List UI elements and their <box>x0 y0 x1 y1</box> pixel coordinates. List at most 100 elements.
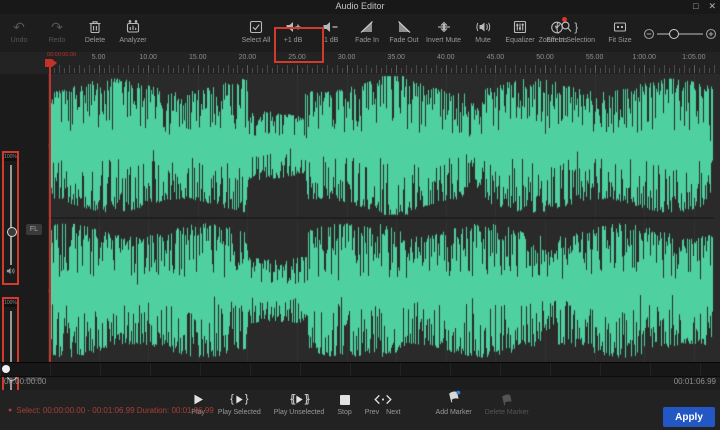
ruler-tick <box>555 65 556 73</box>
prev-label: Prev <box>365 409 379 416</box>
fade-in-button[interactable]: Fade In <box>350 17 384 45</box>
ruler-tick <box>644 65 645 73</box>
volume-knob-fl[interactable] <box>7 227 17 237</box>
equalizer-button[interactable]: Equalizer <box>503 17 537 45</box>
ruler-tick <box>89 65 90 73</box>
zoom-in-selection-button[interactable]: { } Zoom In Selection <box>537 17 597 45</box>
playhead-handle[interactable] <box>45 59 52 67</box>
ruler-tick <box>421 68 422 73</box>
ruler-tick <box>188 65 189 73</box>
ruler-tick <box>376 65 377 73</box>
ruler-tick <box>624 65 625 73</box>
ruler-tick <box>609 68 610 73</box>
ruler-tick <box>297 65 298 73</box>
ruler-tick <box>223 68 224 73</box>
stop-button[interactable]: Stop <box>337 392 351 416</box>
invert-mute-icon <box>436 18 452 35</box>
play-unselected-button[interactable]: {{ }} Play Unselected <box>274 392 325 416</box>
ruler-tick <box>54 68 55 73</box>
ruler-tick <box>704 65 705 73</box>
ruler-tick <box>679 68 680 73</box>
ruler-tick <box>674 65 675 73</box>
prev-next-button[interactable]: Prev Next <box>365 392 401 416</box>
ruler-tick <box>699 68 700 73</box>
ruler-tick <box>461 68 462 73</box>
ruler-tick <box>570 68 571 73</box>
ruler-tick <box>371 68 372 73</box>
redo-button[interactable]: ↷ Redo <box>40 17 74 45</box>
ruler-tick <box>123 68 124 73</box>
timeline-ruler[interactable]: 00:00:00.00 5.0010.0015.0020.0025.0030.0… <box>0 52 720 75</box>
ruler-tick <box>203 68 204 73</box>
ruler-tick <box>168 65 169 73</box>
mute-button[interactable]: Mute <box>466 17 500 45</box>
ruler-tick <box>104 68 105 73</box>
fade-out-button[interactable]: Fade Out <box>387 17 421 45</box>
apply-button[interactable]: Apply <box>663 407 715 427</box>
fade-in-icon <box>359 18 375 35</box>
ruler-tick <box>317 65 318 73</box>
zoom-slider-knob[interactable] <box>669 29 679 39</box>
ruler-tick <box>233 68 234 73</box>
ruler-tick <box>485 65 486 73</box>
ruler-tick <box>456 65 457 73</box>
invert-mute-button[interactable]: Invert Mute <box>424 17 463 45</box>
zoom-in-selection-icon: { } <box>555 18 578 35</box>
ruler-tick <box>540 68 541 73</box>
ruler-tick <box>629 68 630 73</box>
add-marker-button[interactable]: Add Marker <box>436 392 472 416</box>
ruler-tick <box>406 65 407 73</box>
bottom-bar: Play { } Play Selected {{ }} Play Unsele… <box>0 390 720 430</box>
ruler-tick <box>59 65 60 73</box>
ruler-tick <box>237 65 238 73</box>
zoom-slider <box>643 28 717 40</box>
play-selected-button[interactable]: { } Play Selected <box>218 392 261 416</box>
fit-size-button[interactable]: Fit Size <box>603 17 637 45</box>
zoom-in-selection-label: Zoom In Selection <box>539 37 595 44</box>
undo-label: Undo <box>11 37 28 44</box>
play-unselected-icon: {{ }} <box>290 392 308 407</box>
ruler-tick <box>495 65 496 73</box>
view-end-time: 00:01:06.99 <box>674 377 716 386</box>
gain-up-button[interactable]: +1 dB <box>276 17 310 45</box>
close-icon[interactable]: ✕ <box>708 0 716 13</box>
ruler-tick <box>490 68 491 73</box>
ruler-tick-label: 10.00 <box>139 54 157 61</box>
overview-scrollbar[interactable] <box>0 362 720 377</box>
delete-button[interactable]: Delete <box>78 17 112 45</box>
zoom-out-icon[interactable] <box>643 28 655 40</box>
ruler-tick <box>74 68 75 73</box>
zoom-in-icon[interactable] <box>705 28 717 40</box>
ruler-tick <box>634 65 635 73</box>
ruler-tick <box>550 68 551 73</box>
ruler-tick <box>565 65 566 73</box>
ruler-tick <box>357 65 358 73</box>
titlebar: Audio Editor □ ✕ <box>0 0 720 14</box>
prev-next-icon <box>372 392 394 407</box>
scrollbar-knob[interactable] <box>2 365 10 373</box>
ruler-tick <box>352 68 353 73</box>
maximize-icon[interactable]: □ <box>693 0 698 13</box>
volume-track-fl[interactable] <box>10 165 12 265</box>
ruler-tick <box>714 65 715 73</box>
ruler-tick <box>431 68 432 73</box>
ruler-tick <box>614 65 615 73</box>
zoom-slider-track[interactable] <box>657 33 703 35</box>
volume-slider-fl[interactable]: 100% <box>2 151 19 285</box>
undo-button[interactable]: ↶ Undo <box>2 17 36 45</box>
select-all-button[interactable]: Select All <box>239 17 273 45</box>
ruler-tick <box>342 68 343 73</box>
ruler-tick <box>193 68 194 73</box>
waveform-front-left[interactable] <box>48 74 714 217</box>
waveform-front-right[interactable] <box>48 219 714 362</box>
gain-down-button[interactable]: -1 dB <box>313 17 347 45</box>
channel-rail: 100% 100% FL FR <box>0 74 48 362</box>
ruler-tick <box>158 65 159 73</box>
ruler-tick <box>684 65 685 73</box>
gain-down-label: -1 dB <box>322 37 339 44</box>
ruler-tick <box>69 65 70 73</box>
delete-marker-button[interactable]: Delete Marker <box>485 392 529 416</box>
ruler-tick <box>163 68 164 73</box>
analyzer-button[interactable]: Analyzer <box>116 17 150 45</box>
ruler-tick-label: 1:05.00 <box>682 54 705 61</box>
